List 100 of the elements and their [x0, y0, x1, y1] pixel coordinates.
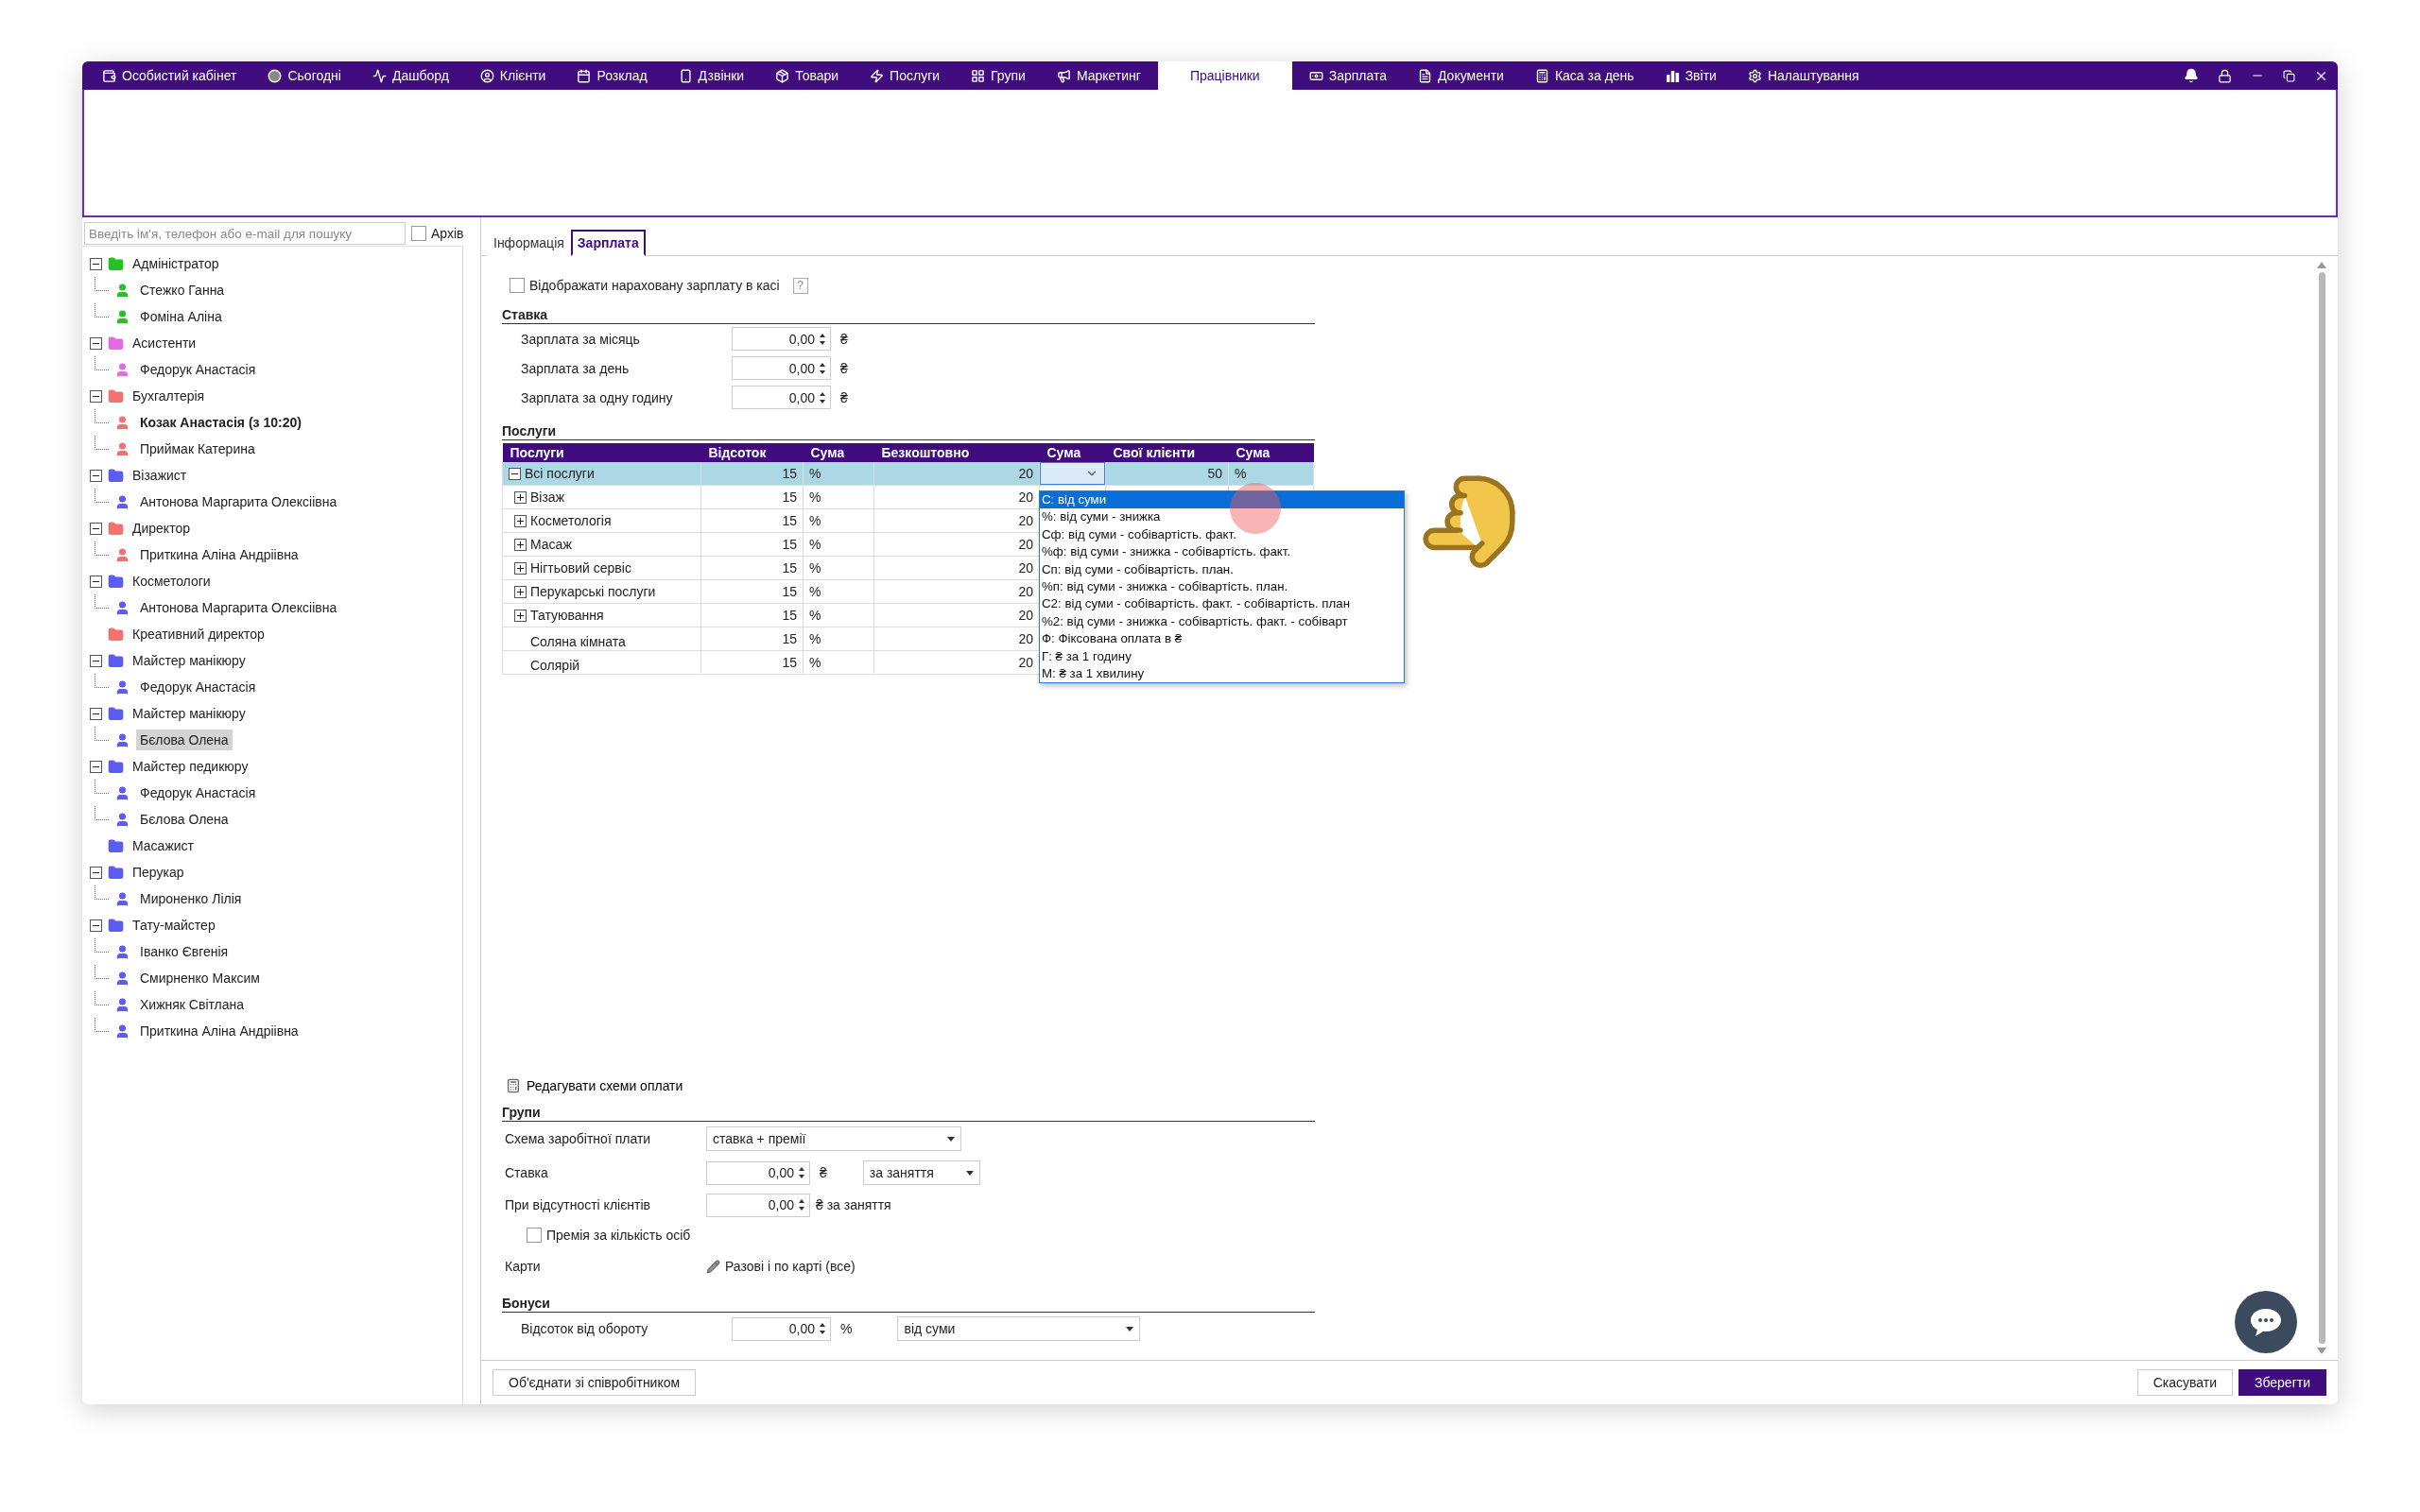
- number-field[interactable]: 0,00: [732, 327, 831, 351]
- collapse-toggle[interactable]: [90, 866, 102, 879]
- group-label[interactable]: Майстер педикюру: [130, 757, 251, 776]
- edit-schemes-link[interactable]: Редагувати схеми оплати: [502, 1078, 683, 1093]
- service-name[interactable]: Візаж: [530, 490, 565, 506]
- menu-tab[interactable]: Налаштування: [1733, 61, 1874, 90]
- menu-tab[interactable]: Групи: [957, 61, 1040, 90]
- group-label[interactable]: Майстер манікюру: [130, 651, 249, 670]
- spin-arrows-icon[interactable]: [798, 1166, 805, 1179]
- group-label[interactable]: Косметологи: [130, 572, 214, 591]
- tab[interactable]: Зарплата: [570, 230, 646, 256]
- scroll-up-icon[interactable]: [2317, 262, 2326, 268]
- employee-item[interactable]: Смирненко Максим: [136, 968, 264, 988]
- menu-tab[interactable]: Послуги: [856, 61, 955, 90]
- collapse-toggle[interactable]: [90, 575, 102, 588]
- collapse-toggle[interactable]: [90, 389, 102, 403]
- collapse-toggle[interactable]: [90, 469, 102, 482]
- dropdown-option[interactable]: С2: від суми - собівартість. факт. - собівартість. план: [1040, 595, 1404, 613]
- employee-item[interactable]: Приткина Аліна Андріівна: [136, 544, 302, 565]
- group-label[interactable]: Майстер манікюру: [130, 704, 249, 723]
- menu-tab[interactable]: Дашборд: [357, 61, 463, 90]
- menu-tab[interactable]: Звіти: [1651, 61, 1731, 90]
- dropdown-option[interactable]: %ф: від суми - знижка - собівартість. факт.: [1040, 543, 1404, 561]
- bonus-checkbox[interactable]: Премія за кількість осіб: [527, 1228, 691, 1243]
- number-field[interactable]: 0,00: [706, 1160, 810, 1185]
- combo-field[interactable]: [1040, 462, 1105, 485]
- dropdown-option[interactable]: %: від суми - знижка: [1040, 508, 1404, 526]
- menu-tab[interactable]: Каса за день: [1520, 61, 1649, 90]
- employee-item[interactable]: Козак Анастасія (з 10:20): [136, 412, 305, 433]
- dropdown-option[interactable]: С: від суми: [1040, 491, 1404, 509]
- employee-item[interactable]: Приймак Катерина: [136, 438, 259, 459]
- scheme-select[interactable]: ставка + премії: [706, 1126, 961, 1151]
- spin-arrows-icon[interactable]: [798, 1198, 805, 1211]
- scrollbar[interactable]: [2315, 262, 2328, 1354]
- expand-toggle[interactable]: [514, 490, 527, 504]
- employee-item[interactable]: Приткина Аліна Андріівна: [136, 1021, 302, 1041]
- collapse-toggle[interactable]: [90, 760, 102, 773]
- service-name[interactable]: Масаж: [530, 537, 572, 553]
- collapse-toggle[interactable]: [90, 257, 102, 270]
- menu-tab[interactable]: Клієнти: [465, 61, 561, 90]
- employee-item[interactable]: Іванко Євгенія: [136, 941, 233, 962]
- spin-arrows-icon[interactable]: [819, 390, 826, 404]
- group-label[interactable]: Адміністратор: [130, 254, 222, 273]
- scroll-down-icon[interactable]: [2317, 1348, 2326, 1354]
- menu-tab[interactable]: Працівники: [1157, 61, 1292, 90]
- number-field[interactable]: 0,00: [732, 1316, 831, 1341]
- menu-tab[interactable]: Сьогодні: [253, 61, 355, 90]
- menu-tab[interactable]: Дзвінки: [664, 61, 759, 90]
- group-label[interactable]: Асистенти: [130, 334, 199, 352]
- archive-checkbox[interactable]: Архів: [411, 226, 464, 241]
- menu-tab[interactable]: Маркетинг: [1042, 61, 1155, 90]
- employee-item[interactable]: Антонова Маргарита Олексіівна: [136, 491, 341, 512]
- collapse-toggle[interactable]: [90, 707, 102, 720]
- employee-item[interactable]: Федорук Анастасія: [136, 359, 260, 380]
- employee-item[interactable]: Бєлова Олена: [136, 809, 233, 830]
- help-button[interactable]: ?: [792, 277, 808, 294]
- expand-toggle[interactable]: [514, 585, 527, 598]
- employee-item[interactable]: Федорук Анастасія: [136, 677, 260, 697]
- spin-arrows-icon[interactable]: [819, 1322, 826, 1335]
- number-field[interactable]: 0,00: [732, 386, 831, 409]
- group-label[interactable]: Візажист: [130, 466, 190, 485]
- service-name[interactable]: Солярій: [530, 657, 580, 673]
- search-field[interactable]: Введіть ім'я, телефон або e-mail для пошуку: [84, 222, 406, 245]
- number-field[interactable]: 0,00: [732, 356, 831, 380]
- period-select[interactable]: за заняття: [862, 1160, 980, 1185]
- pencil-icon[interactable]: [706, 1259, 720, 1274]
- basis-select[interactable]: від суми: [897, 1316, 1141, 1341]
- spin-arrows-icon[interactable]: [819, 361, 826, 375]
- group-label[interactable]: Масажист: [130, 836, 197, 855]
- menu-tab[interactable]: Особистий кабінет: [88, 61, 251, 90]
- collapse-toggle[interactable]: [90, 919, 102, 932]
- collapse-toggle[interactable]: [90, 522, 102, 535]
- employee-item[interactable]: Бєлова Олена: [136, 730, 233, 750]
- expand-toggle[interactable]: [514, 514, 527, 527]
- number-field[interactable]: 0,00: [706, 1193, 810, 1217]
- employee-item[interactable]: Антонова Маргарита Олексіівна: [136, 597, 341, 618]
- menu-tab[interactable]: Документи: [1404, 61, 1518, 90]
- menu-tab[interactable]: Зарплата: [1294, 61, 1401, 90]
- group-label[interactable]: Перукар: [130, 863, 187, 882]
- collapse-toggle[interactable]: [90, 654, 102, 667]
- menu-tab[interactable]: Розклад: [562, 61, 662, 90]
- save-button[interactable]: Зберегти: [2238, 1369, 2326, 1396]
- group-label[interactable]: Бухгалтерія: [130, 387, 208, 405]
- menu-tab[interactable]: Товари: [761, 61, 854, 90]
- collapse-toggle[interactable]: [509, 467, 521, 480]
- employee-item[interactable]: Федорук Анастасія: [136, 782, 260, 803]
- expand-toggle[interactable]: [514, 609, 527, 622]
- cashbox-checkbox[interactable]: Відображати нараховану зарплату в касі: [510, 278, 780, 293]
- employee-item[interactable]: Стежко Ганна: [136, 280, 229, 301]
- merge-button[interactable]: Об'єднати зі співробітником: [493, 1369, 697, 1396]
- spin-arrows-icon[interactable]: [819, 332, 826, 346]
- employee-item[interactable]: Хижняк Світлана: [136, 994, 249, 1015]
- group-label[interactable]: Тату-майстер: [130, 916, 218, 935]
- employee-item[interactable]: Фоміна Аліна: [136, 306, 226, 327]
- dropdown-option[interactable]: Ф: Фіксована оплата в ₴: [1040, 630, 1404, 648]
- expand-toggle[interactable]: [514, 538, 527, 551]
- group-label[interactable]: Директор: [130, 519, 193, 538]
- expand-toggle[interactable]: [514, 561, 527, 575]
- group-label[interactable]: Креативний директор: [130, 625, 268, 644]
- cancel-button[interactable]: Скасувати: [2136, 1369, 2233, 1396]
